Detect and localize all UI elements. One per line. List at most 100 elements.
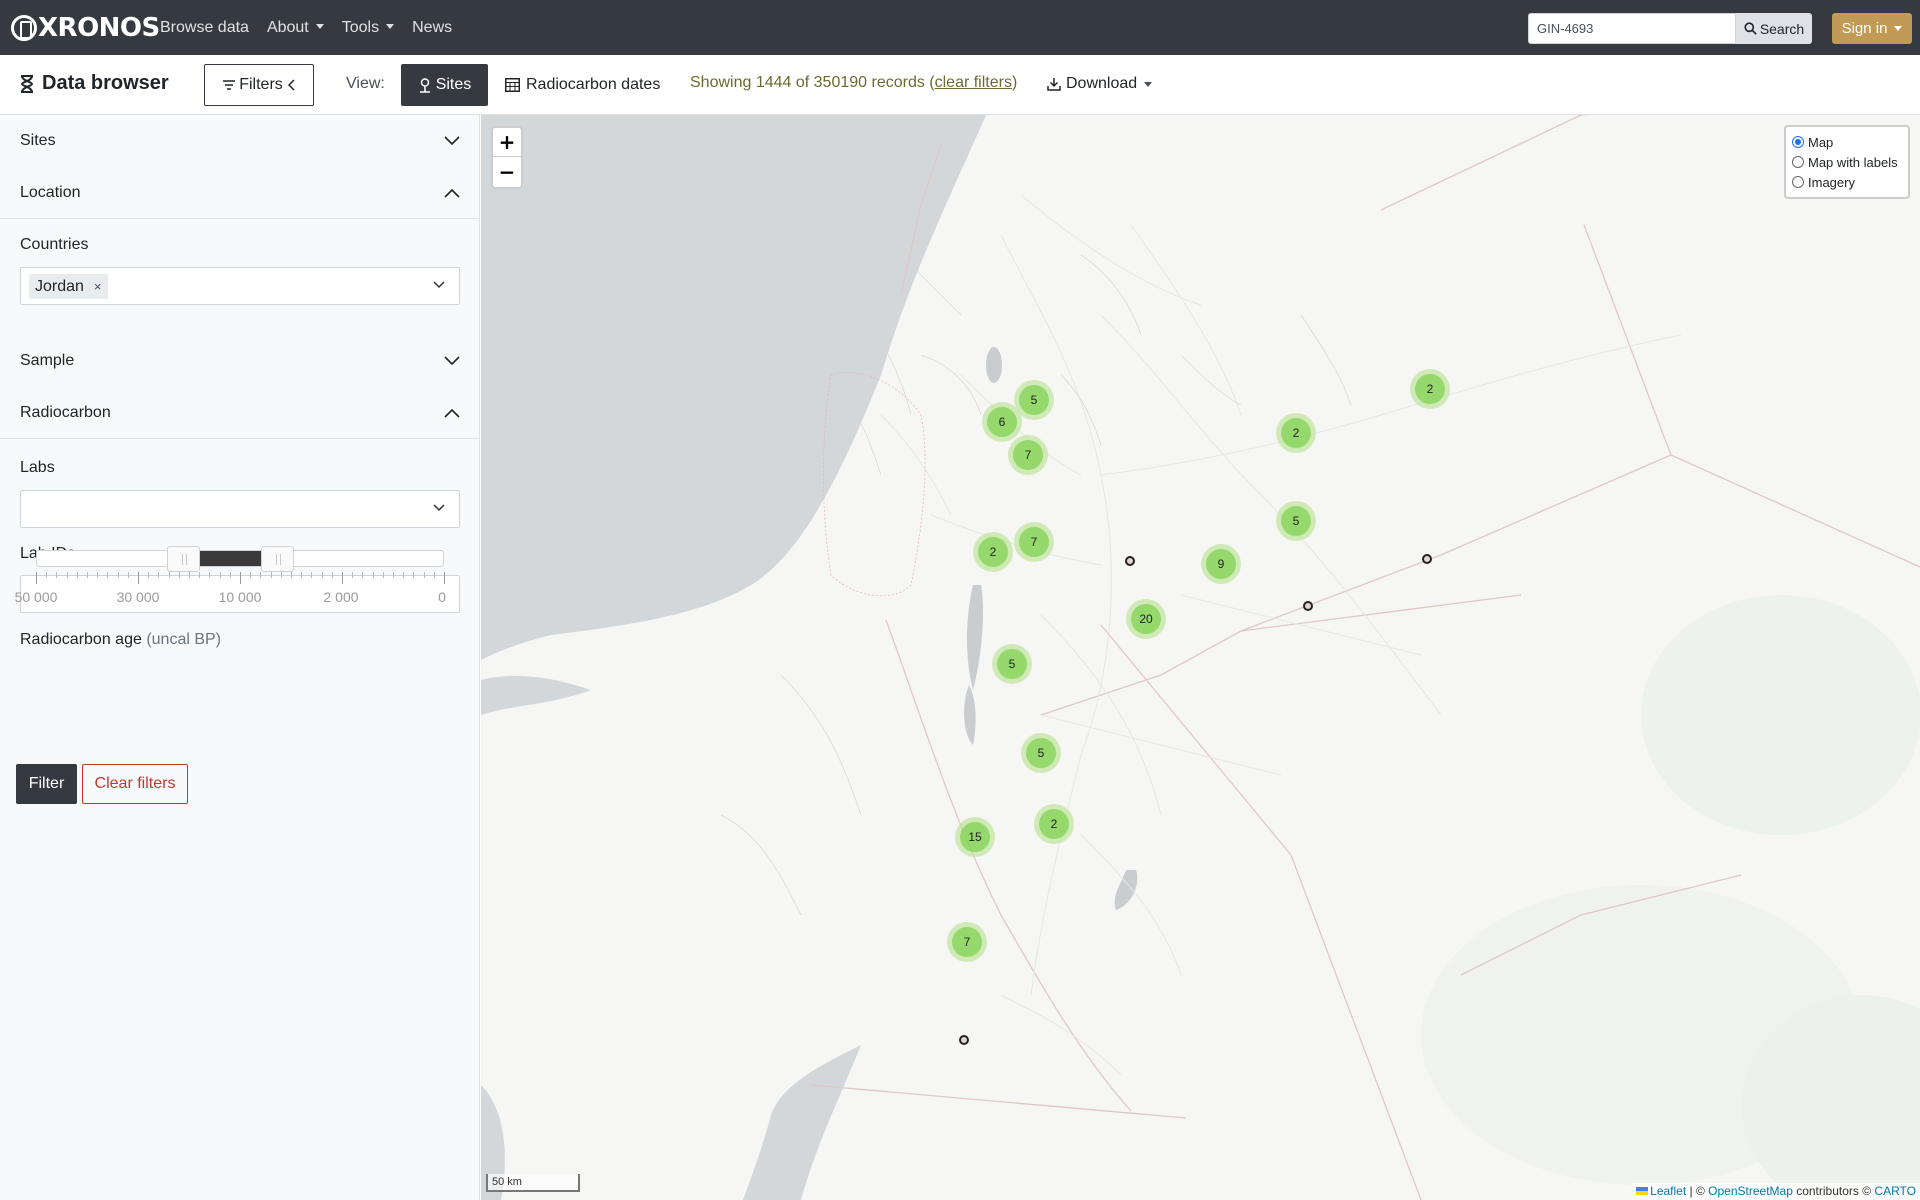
- basemap: [481, 115, 1920, 1200]
- filter-button[interactable]: Filter: [16, 764, 77, 804]
- site-cluster-marker[interactable]: 5: [1276, 501, 1316, 541]
- site-cluster-marker[interactable]: 2: [1034, 804, 1074, 844]
- attribution-text: | ©: [1686, 1184, 1709, 1198]
- nav-news[interactable]: News: [412, 19, 452, 37]
- slider-tick-label: 0: [438, 589, 446, 605]
- site-cluster-marker[interactable]: 9: [1201, 544, 1241, 584]
- radiocarbon-age-label: Radiocarbon age (uncal BP): [20, 631, 221, 649]
- site-cluster-marker[interactable]: 7: [947, 922, 987, 962]
- site-cluster-marker[interactable]: 7: [1008, 435, 1048, 475]
- accordion-radiocarbon[interactable]: Radiocarbon: [0, 387, 480, 439]
- page-title-text: Data browser: [42, 72, 169, 94]
- hourglass-icon: [20, 74, 34, 93]
- accordion-sites[interactable]: Sites: [0, 115, 480, 167]
- accordion-location[interactable]: Location: [0, 167, 480, 219]
- cluster-count: 15: [960, 822, 990, 852]
- radio-icon[interactable]: [1792, 176, 1804, 188]
- countries-label: Countries: [20, 236, 89, 253]
- site-cluster-marker[interactable]: 2: [973, 532, 1013, 572]
- ukraine-flag-icon: [1636, 1187, 1649, 1195]
- clear-filters-button[interactable]: Clear filters: [82, 764, 188, 804]
- labs-select[interactable]: [20, 490, 460, 528]
- chevron-up-icon: [444, 408, 460, 418]
- layer-option-map-with-labels[interactable]: Map with labels: [1792, 152, 1902, 172]
- carto-link[interactable]: CARTO: [1874, 1184, 1916, 1198]
- download-dropdown[interactable]: Download: [1047, 75, 1152, 93]
- layer-option-label: Imagery: [1808, 174, 1855, 190]
- cluster-count: 5: [997, 649, 1027, 679]
- accordion-sites-label: Sites: [20, 132, 56, 149]
- slider-tick: [331, 572, 333, 578]
- chevron-down-icon: [444, 136, 460, 146]
- sign-in-dropdown[interactable]: Sign in: [1832, 13, 1912, 44]
- site-cluster-marker[interactable]: 5: [992, 644, 1032, 684]
- slider-tick: [138, 572, 139, 584]
- brand-logo[interactable]: XRONOS: [11, 13, 160, 43]
- nav-browse-data[interactable]: Browse data: [160, 19, 249, 37]
- filters-toggle-button[interactable]: Filters: [204, 64, 314, 106]
- site-cluster-marker[interactable]: 7: [1014, 522, 1054, 562]
- slider-tick: [403, 572, 405, 578]
- layer-option-label: Map with labels: [1808, 154, 1898, 170]
- cluster-count: 7: [1013, 440, 1043, 470]
- slider-tick: [219, 572, 221, 578]
- data-browser-toolbar: Data browser Filters View: Sites Radioca…: [0, 55, 1920, 115]
- view-sites-button[interactable]: Sites: [401, 64, 488, 106]
- cluster-count: 7: [1019, 527, 1049, 557]
- view-radiocarbon-dates-button[interactable]: Radiocarbon dates: [495, 64, 670, 106]
- zoom-out-button[interactable]: −: [493, 157, 521, 186]
- site-marker[interactable]: [1422, 554, 1432, 564]
- slider-tick: [117, 572, 119, 578]
- zoom-control: + −: [491, 126, 523, 189]
- countries-select[interactable]: Jordan ×: [20, 267, 460, 305]
- remove-tag-icon[interactable]: ×: [94, 279, 102, 294]
- slider-tick: [76, 572, 78, 578]
- search-icon: [1744, 22, 1757, 35]
- zoom-in-button[interactable]: +: [493, 128, 521, 157]
- nav-tools-dropdown[interactable]: Tools: [342, 19, 394, 37]
- site-cluster-marker[interactable]: 20: [1126, 599, 1166, 639]
- slider-tick: [240, 572, 241, 584]
- brand-text: XRONOS: [38, 13, 160, 43]
- accordion-sample[interactable]: Sample: [0, 335, 480, 387]
- site-cluster-marker[interactable]: 6: [982, 402, 1022, 442]
- slider-tick: [209, 572, 211, 578]
- slider-tick: [301, 572, 303, 578]
- openstreetmap-link[interactable]: OpenStreetMap: [1708, 1184, 1793, 1198]
- cluster-count: 20: [1131, 604, 1161, 634]
- site-cluster-marker[interactable]: 5: [1021, 733, 1061, 773]
- slider-handle-min[interactable]: [167, 546, 200, 572]
- nav-about-dropdown[interactable]: About: [267, 19, 324, 37]
- sinai-coast-lagoon: [481, 675, 591, 715]
- radio-icon[interactable]: [1792, 156, 1804, 168]
- slider-tick: [107, 572, 109, 578]
- layer-option-imagery[interactable]: Imagery: [1792, 172, 1902, 192]
- site-marker[interactable]: [1303, 601, 1313, 611]
- site-cluster-marker[interactable]: 2: [1410, 369, 1450, 409]
- site-cluster-marker[interactable]: 2: [1276, 413, 1316, 453]
- radio-selected-icon[interactable]: [1792, 136, 1804, 148]
- map-view[interactable]: + − Map Map with labels Imagery 5 6 7 2 …: [481, 115, 1920, 1200]
- clear-filters-link[interactable]: clear filters: [935, 74, 1012, 91]
- chevron-up-icon: [444, 188, 460, 198]
- leaflet-link[interactable]: Leaflet: [1650, 1184, 1686, 1198]
- slider-tick: [342, 572, 343, 584]
- view-sites-label: Sites: [435, 76, 472, 93]
- slider-tick: [372, 572, 374, 578]
- search-button[interactable]: Search: [1736, 13, 1812, 44]
- search-input[interactable]: [1528, 13, 1736, 44]
- cluster-count: 2: [1415, 374, 1445, 404]
- slider-tick: [393, 572, 394, 578]
- record-count-text: Showing 1444 of 350190 records (: [690, 74, 935, 91]
- site-marker[interactable]: [959, 1035, 969, 1045]
- mediterranean-sea: [481, 115, 986, 660]
- cluster-count: 7: [952, 927, 982, 957]
- site-marker[interactable]: [1125, 556, 1135, 566]
- site-cluster-marker[interactable]: 15: [955, 817, 995, 857]
- slider-tick: [352, 572, 354, 578]
- layer-option-map[interactable]: Map: [1792, 132, 1902, 152]
- slider-tick: [444, 572, 445, 584]
- slider-handle-max[interactable]: [261, 546, 294, 572]
- slider-tick-label: 10 000: [218, 589, 262, 605]
- cluster-count: 2: [978, 537, 1008, 567]
